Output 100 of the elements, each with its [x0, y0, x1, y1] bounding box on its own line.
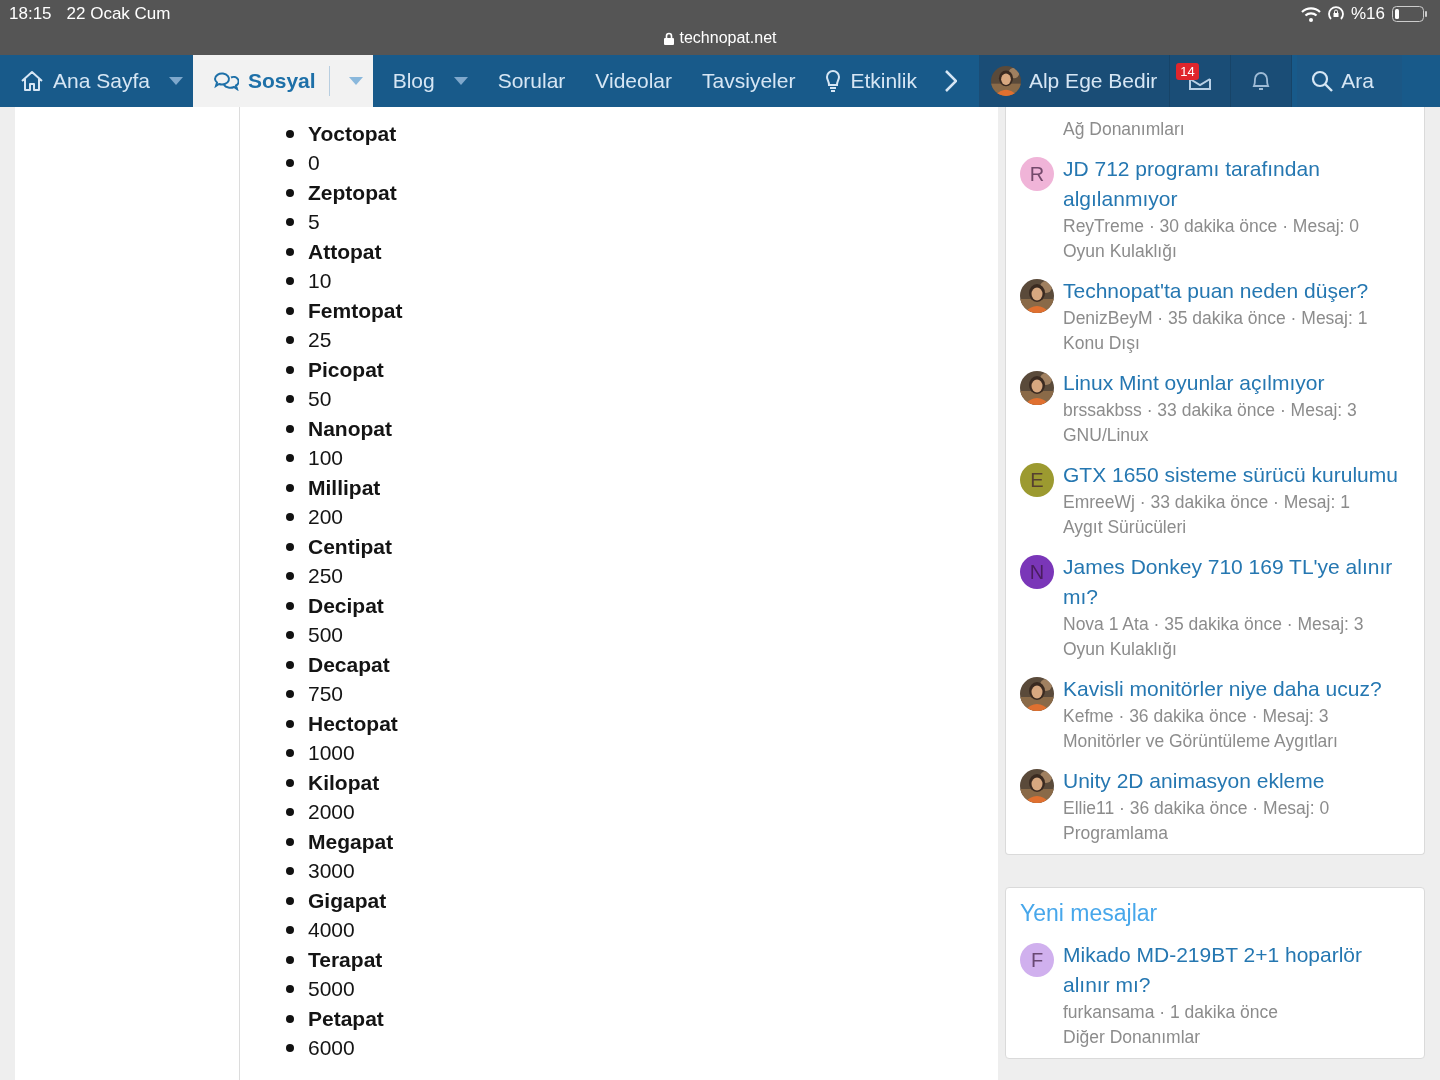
- unit-value: 2000: [308, 800, 355, 825]
- nav-tab[interactable]: Sorular: [477, 55, 576, 107]
- thread-link[interactable]: Kavisli monitörler niye daha ucuz?: [1063, 674, 1413, 704]
- nav-tab[interactable]: Tavsiyeler: [682, 55, 806, 107]
- nav-tab[interactable]: Ana Sayfa: [0, 55, 193, 107]
- bullet-icon: [286, 129, 294, 138]
- bullet-icon: [286, 424, 294, 433]
- forum-link[interactable]: Aygıt Sürücüleri: [1063, 515, 1413, 540]
- forum-link[interactable]: Programlama: [1063, 821, 1413, 846]
- bullet-icon: [286, 483, 294, 492]
- forum-link[interactable]: Konu Dışı: [1063, 331, 1413, 356]
- nav-tab[interactable]: Blog: [372, 55, 478, 107]
- unit-name: Petapat: [308, 1006, 384, 1031]
- bullet-icon: [286, 719, 294, 728]
- unit-value: 250: [308, 564, 344, 589]
- unit-name: Nanopat: [308, 416, 392, 441]
- lock-icon: [663, 31, 674, 45]
- caret-icon[interactable]: [348, 77, 363, 85]
- unit-name: Megapat: [308, 829, 394, 854]
- chevron-right-icon[interactable]: [944, 70, 957, 92]
- date-text: 22 Ocak Cum: [66, 4, 171, 24]
- unit-value: 6000: [308, 1036, 355, 1061]
- unit-value: 100: [308, 446, 344, 471]
- unit-value: 5000: [308, 977, 355, 1002]
- unit-value: 10: [308, 269, 332, 294]
- bullet-icon: [286, 336, 294, 345]
- forum-link[interactable]: Oyun Kulaklığı: [1063, 239, 1413, 264]
- forum-link[interactable]: Ağ Donanımları: [1063, 117, 1410, 142]
- url-text[interactable]: technopat.net: [679, 28, 777, 48]
- caret-icon[interactable]: [168, 77, 183, 85]
- unit-name: Picopat: [308, 357, 384, 382]
- bullet-icon: [286, 247, 294, 256]
- thread-link[interactable]: GTX 1650 sisteme sürücü kurulumu: [1063, 460, 1413, 490]
- thread-meta: Ellie11 · 36 dakika önce · Mesaj: 0: [1063, 797, 1331, 820]
- bullet-icon: [286, 985, 294, 994]
- bullet-icon: [286, 690, 294, 699]
- wifi-icon: [1300, 6, 1321, 22]
- nav-tab[interactable]: Etkinlik: [805, 55, 927, 107]
- chat-icon: [212, 71, 239, 91]
- unit-name: Terapat: [308, 947, 383, 972]
- search-button[interactable]: Ara: [1297, 55, 1403, 107]
- forum-link[interactable]: GNU/Linux: [1063, 423, 1413, 448]
- bullet-icon: [286, 1014, 294, 1023]
- thread-link[interactable]: JD 712 programı tarafından algılanmıyor: [1063, 154, 1413, 214]
- unit-name: Decipat: [308, 593, 384, 618]
- unit-name: Kilopat: [308, 770, 380, 795]
- bullet-icon: [286, 395, 294, 404]
- unit-name: Gigapat: [308, 888, 387, 913]
- bulb-icon: [825, 70, 842, 92]
- bullet-icon: [286, 542, 294, 551]
- thread-link[interactable]: James Donkey 710 169 TL'ye alınır mı?: [1063, 552, 1413, 612]
- bullet-icon: [286, 188, 294, 197]
- forum-link[interactable]: Oyun Kulaklığı: [1063, 637, 1413, 662]
- home-icon: [20, 70, 44, 92]
- unit-value: 500: [308, 623, 344, 648]
- unit-name: Millipat: [308, 475, 381, 500]
- thread-link[interactable]: Technopat'ta puan neden düşer?: [1063, 276, 1413, 306]
- rotation-lock-icon: [1327, 6, 1344, 22]
- unit-value: 25: [308, 328, 332, 353]
- bullet-icon: [286, 837, 294, 846]
- bullet-icon: [286, 1044, 294, 1053]
- bullet-icon: [286, 572, 294, 581]
- unit-name: Hectopat: [308, 711, 398, 736]
- bullet-icon: [286, 159, 294, 168]
- battery-percent: %16: [1350, 4, 1385, 24]
- bullet-icon: [286, 955, 294, 964]
- letter-avatar[interactable]: R: [1020, 157, 1054, 191]
- letter-avatar[interactable]: E: [1020, 463, 1054, 497]
- thread-link[interactable]: Unity 2D animasyon ekleme: [1063, 766, 1413, 796]
- bullet-icon: [286, 306, 294, 315]
- count-badge: 14: [1176, 63, 1199, 80]
- forum-link[interactable]: Monitörler ve Görüntüleme Aygıtları: [1063, 729, 1413, 754]
- nav-tab[interactable]: Sosyal: [192, 55, 373, 107]
- bullet-icon: [286, 601, 294, 610]
- clock-time: 18:15: [9, 4, 52, 24]
- bullet-icon: [286, 454, 294, 463]
- unit-value: 1000: [308, 741, 355, 766]
- bullet-icon: [286, 867, 294, 876]
- letter-avatar[interactable]: F: [1020, 943, 1054, 977]
- thread-meta: Nova 1 Ata · 35 dakika önce · Mesaj: 3: [1063, 613, 1365, 636]
- bullet-icon: [286, 896, 294, 905]
- forum-link[interactable]: Diğer Donanımlar: [1063, 1025, 1413, 1050]
- bullet-icon: [286, 778, 294, 787]
- bullet-icon: [286, 277, 294, 286]
- unit-value: 50: [308, 387, 332, 412]
- thread-meta: DenizBeyM · 35 dakika önce · Mesaj: 1: [1063, 307, 1369, 330]
- unit-name: Femtopat: [308, 298, 403, 323]
- caret-icon[interactable]: [453, 77, 468, 85]
- bullet-icon: [286, 749, 294, 758]
- unit-name: Centipat: [308, 534, 392, 559]
- unit-name: Attopat: [308, 239, 382, 264]
- unit-value: 0: [308, 151, 320, 176]
- thread-link[interactable]: Linux Mint oyunlar açılmıyor: [1063, 368, 1413, 398]
- unit-value: 200: [308, 505, 344, 530]
- thread-meta: furkansama · 1 dakika önce: [1063, 1001, 1279, 1024]
- battery-icon: [1392, 6, 1428, 22]
- thread-meta: ReyTreme · 30 dakika önce · Mesaj: 0: [1063, 215, 1360, 238]
- unit-name: Zeptopat: [308, 180, 397, 205]
- thread-link[interactable]: Mikado MD-219BT 2+1 hoparlör alınır mı?: [1063, 940, 1413, 1000]
- nav-tab[interactable]: Videolar: [575, 55, 683, 107]
